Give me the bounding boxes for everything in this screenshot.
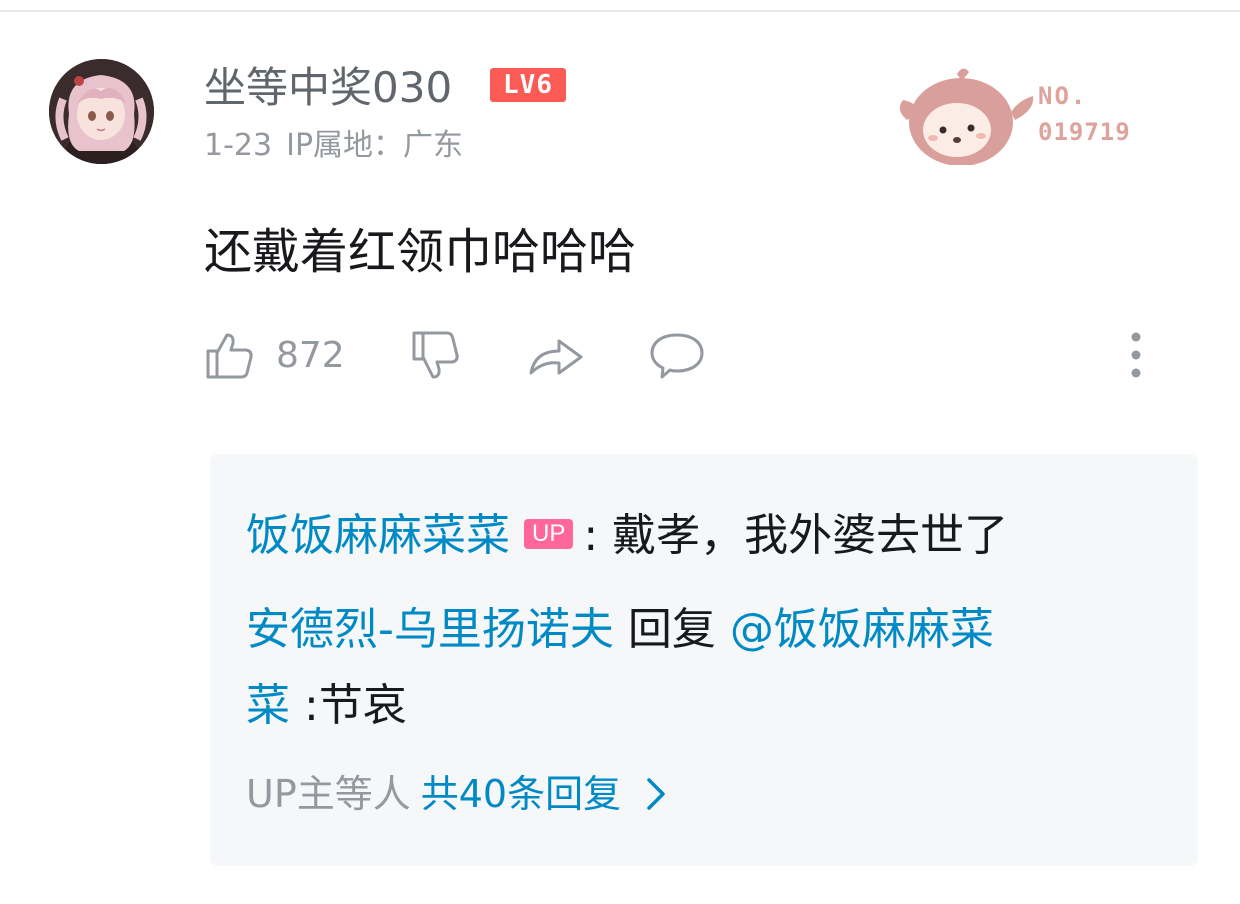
top-divider	[0, 10, 1240, 12]
reply-word: 回复	[627, 604, 716, 655]
share-icon	[529, 339, 583, 375]
thumbs-up-icon	[206, 333, 253, 379]
ip-location: IP属地：广东	[286, 128, 464, 163]
level-badge: LV6	[490, 68, 566, 102]
fan-badge-label: NO.	[1038, 82, 1088, 110]
comment-date: 1-23	[204, 128, 273, 163]
comment-meta: 1-23 IP属地：广东	[204, 127, 463, 165]
avatar[interactable]	[49, 59, 154, 164]
more-button[interactable]	[1116, 325, 1156, 385]
chevron-right-icon	[647, 778, 665, 810]
reply-item: 饭饭麻麻菜菜 UP: 戴孝，我外婆去世了	[246, 508, 1008, 564]
reply-separator: :	[583, 510, 599, 561]
fan-badge-number: 019719	[1038, 118, 1131, 146]
up-tag: UP	[524, 519, 574, 549]
dislike-button[interactable]	[410, 325, 462, 385]
reply-item-continued: 菜 :节哀	[246, 678, 407, 734]
view-all-replies[interactable]: UP主等人 共40条回复	[246, 770, 667, 818]
reply-icon	[650, 333, 704, 379]
reply-separator: :	[304, 680, 319, 731]
share-button[interactable]	[527, 325, 585, 385]
reply-mention-continued[interactable]: 菜	[246, 680, 290, 731]
username[interactable]: 坐等中奖030	[204, 62, 452, 114]
like-count: 872	[276, 334, 345, 376]
thumbs-down-icon	[412, 331, 459, 379]
reply-button[interactable]	[648, 325, 706, 385]
avatar-image	[49, 59, 154, 164]
fan-badge-mascot-icon	[899, 68, 1034, 165]
reply-item: 安德烈-乌里扬诺夫 回复 @饭饭麻麻菜	[246, 602, 994, 658]
reply-mention[interactable]: @饭饭麻麻菜	[730, 604, 994, 655]
reply-text: 节哀	[318, 680, 407, 731]
reply-participants: UP主等人	[246, 772, 411, 816]
reply-total-link[interactable]: 共40条回复	[421, 770, 621, 818]
reply-text: 戴孝，我外婆去世了	[612, 510, 1009, 561]
comment-text: 还戴着红领巾哈哈哈	[204, 224, 637, 280]
more-vertical-icon	[1131, 332, 1141, 378]
reply-author[interactable]: 饭饭麻麻菜菜	[246, 510, 510, 561]
reply-author[interactable]: 安德烈-乌里扬诺夫	[246, 604, 614, 655]
like-button[interactable]: 872	[204, 325, 345, 385]
